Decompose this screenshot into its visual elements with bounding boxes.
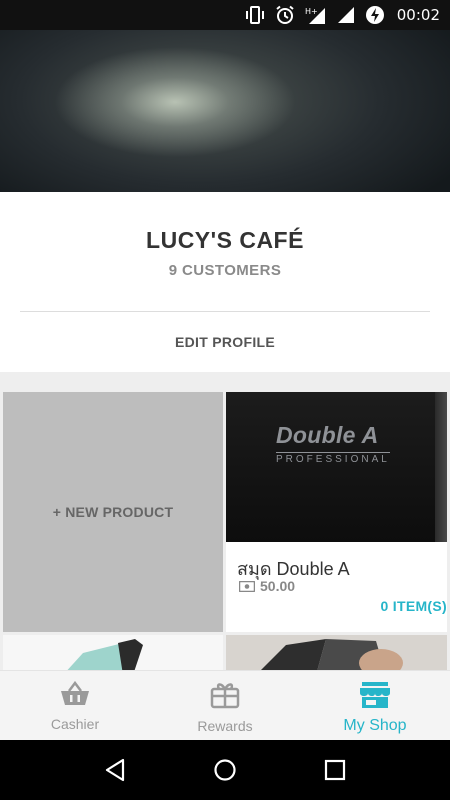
nav-cashier[interactable]: Cashier — [0, 671, 150, 741]
customer-count: 9 CUSTOMERS — [168, 262, 282, 279]
product-image-edge — [435, 392, 447, 542]
product-image-brand: Double A — [276, 422, 379, 448]
shop-name: LUCY'S CAFÉ — [146, 227, 304, 253]
recents-button[interactable] — [315, 750, 355, 790]
svg-text:H+: H+ — [305, 7, 318, 16]
product-price: 50.00 — [239, 578, 295, 594]
cover-image — [0, 30, 450, 192]
gift-icon — [209, 681, 241, 714]
bottom-navigation: Cashier Rewards My Shop — [0, 670, 450, 740]
vibrate-icon — [245, 5, 265, 25]
home-circle-icon — [214, 759, 236, 781]
wifi-signal-icon — [337, 5, 355, 25]
product-tile-partial-2[interactable] — [226, 635, 447, 670]
product-image-partial — [67, 639, 143, 670]
home-button[interactable] — [205, 750, 245, 790]
divider — [20, 311, 430, 312]
product-tile[interactable]: Double A PROFESSIONAL สมุด Double A 50.0… — [226, 392, 447, 632]
battery-charging-icon — [365, 5, 385, 25]
nav-my-shop[interactable]: My Shop — [300, 671, 450, 741]
recents-square-icon — [324, 759, 346, 781]
product-tile-partial[interactable] — [3, 635, 223, 670]
product-image-partial-2 — [226, 635, 447, 670]
hplus-signal-icon: H+ — [305, 5, 327, 25]
status-time: 00:02 — [396, 6, 440, 24]
alarm-icon — [275, 5, 295, 25]
nav-rewards[interactable]: Rewards — [150, 671, 300, 741]
product-grid: + NEW PRODUCT Double A PROFESSIONAL สมุด… — [0, 372, 450, 670]
cash-icon — [239, 580, 255, 592]
product-image-brand-sub: PROFESSIONAL — [276, 452, 390, 465]
shop-icon — [359, 681, 391, 714]
nav-rewards-label: Rewards — [197, 718, 253, 734]
product-item-count: 0 ITEM(S) — [380, 598, 447, 614]
new-product-label: + NEW PRODUCT — [52, 504, 174, 520]
back-triangle-icon — [105, 758, 125, 782]
status-bar: H+ 00:02 — [0, 0, 450, 30]
edit-profile-button[interactable]: EDIT PROFILE — [0, 334, 450, 350]
product-price-value: 50.00 — [260, 578, 296, 594]
basket-icon — [59, 680, 91, 712]
product-image: Double A PROFESSIONAL — [226, 392, 447, 542]
nav-my-shop-label: My Shop — [343, 717, 407, 734]
nav-cashier-label: Cashier — [50, 716, 100, 732]
new-product-tile[interactable]: + NEW PRODUCT — [3, 392, 223, 632]
system-navigation-bar — [0, 740, 450, 800]
profile-header: LUCY'S CAFÉ 9 CUSTOMERS EDIT PROFILE — [0, 192, 450, 372]
back-button[interactable] — [95, 750, 135, 790]
